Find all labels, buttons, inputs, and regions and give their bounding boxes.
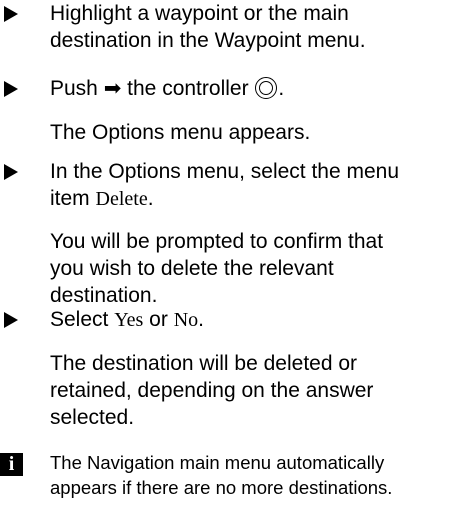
result-line: retained, depending on the answer bbox=[50, 379, 374, 402]
result-line: selected. bbox=[50, 406, 135, 429]
result-line: The destination will be deleted or bbox=[50, 352, 358, 375]
item-label: item bbox=[50, 187, 90, 210]
step-line: In the Options menu, select the menu bbox=[50, 160, 400, 183]
instruction-page: Highlight a waypoint or the main destina… bbox=[0, 0, 451, 507]
step-result: You will be prompted to confirm that you… bbox=[50, 228, 446, 309]
step-text: Select Yes or No. bbox=[50, 306, 446, 334]
step-line: destination in the Waypoint menu. bbox=[50, 29, 366, 52]
note-line: appears if there are no more destination… bbox=[50, 477, 393, 498]
option-no: No bbox=[173, 309, 199, 331]
step-result: The destination will be deleted or retai… bbox=[50, 350, 446, 431]
or-label: or bbox=[149, 308, 168, 331]
select-label: Select bbox=[50, 308, 109, 331]
controller-knob-icon bbox=[255, 77, 278, 99]
step-text: Push ➡ the controller . bbox=[50, 75, 446, 102]
triangle-bullet-icon bbox=[4, 164, 18, 180]
triangle-bullet-icon bbox=[4, 6, 18, 22]
push-label: Push bbox=[50, 77, 98, 100]
sentence-end: . bbox=[278, 77, 285, 100]
info-note: The Navigation main menu automatically a… bbox=[50, 450, 450, 500]
step-text: Highlight a waypoint or the main destina… bbox=[50, 0, 446, 54]
result-line: you wish to delete the relevant bbox=[50, 257, 334, 280]
option-yes: Yes bbox=[114, 309, 144, 331]
arrow-right-icon: ➡ bbox=[103, 77, 122, 100]
step-result: The Options menu appears. bbox=[50, 121, 311, 144]
step-text: In the Options menu, select the menu ite… bbox=[50, 158, 446, 213]
step-line: Highlight a waypoint or the main bbox=[50, 2, 349, 25]
result-line: You will be prompted to confirm that bbox=[50, 230, 384, 253]
sentence-end: . bbox=[147, 187, 154, 210]
controller-label: the controller bbox=[127, 77, 249, 100]
info-icon: i bbox=[0, 453, 23, 476]
triangle-bullet-icon bbox=[4, 81, 18, 97]
step-line: item Delete. bbox=[50, 185, 446, 213]
sentence-end: . bbox=[198, 308, 204, 331]
triangle-bullet-icon bbox=[4, 312, 18, 328]
menu-item-delete: Delete bbox=[95, 188, 148, 210]
note-line: The Navigation main menu automatically bbox=[50, 452, 385, 473]
result-line: destination. bbox=[50, 284, 158, 307]
